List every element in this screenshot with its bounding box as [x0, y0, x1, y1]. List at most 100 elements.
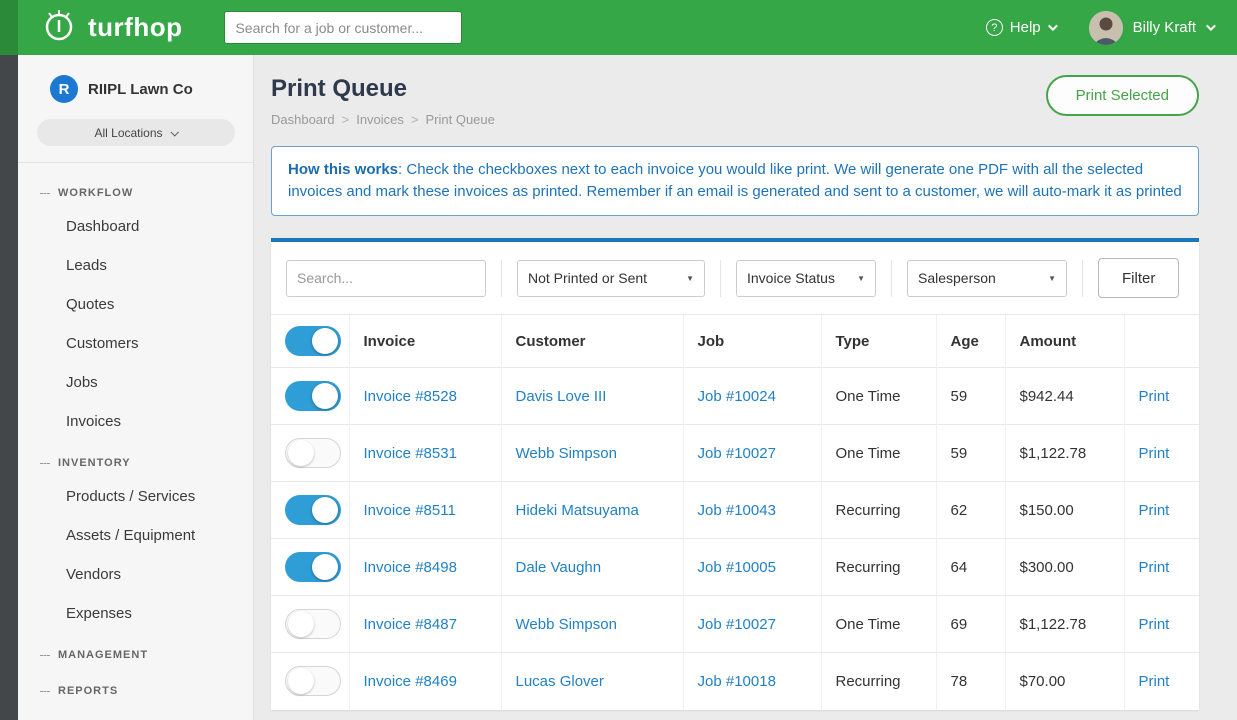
brand[interactable]: turfhop	[40, 6, 182, 49]
chevron-down-icon	[170, 128, 178, 136]
toggle-knob	[312, 497, 338, 523]
invoice-link-cell: Invoice #8511	[349, 482, 501, 539]
invoice-link[interactable]: Invoice #8528	[364, 388, 457, 405]
invoice-link[interactable]: Invoice #8498	[364, 559, 457, 576]
nav-section-inventory: INVENTORY	[18, 441, 253, 477]
invoice-link[interactable]: Invoice #8531	[364, 445, 457, 462]
print-link-cell: Print	[1124, 539, 1199, 596]
sidebar-item-products-services[interactable]: Products / Services	[18, 477, 253, 516]
invoice-type-cell: Recurring	[821, 653, 936, 710]
column-header-amount: Amount	[1005, 315, 1124, 368]
job-link[interactable]: Job #10027	[698, 445, 776, 462]
invoice-type: One Time	[836, 388, 901, 405]
locations-selector[interactable]: All Locations	[37, 119, 235, 146]
job-link[interactable]: Job #10043	[698, 502, 776, 519]
breadcrumb-separator-icon: >	[342, 112, 350, 127]
info-banner-title: How this works	[288, 161, 398, 178]
section-label: INVENTORY	[58, 457, 131, 469]
sidebar-item-invoices[interactable]: Invoices	[18, 402, 253, 441]
row-select-toggle[interactable]	[285, 438, 341, 468]
sidebar-item-leads[interactable]: Leads	[18, 246, 253, 285]
invoice-age: 78	[951, 673, 968, 690]
avatar	[1089, 11, 1123, 45]
column-header-age: Age	[936, 315, 1005, 368]
app-window: turfhop ? Help Billy Kraft R R	[0, 0, 1237, 720]
customer-link[interactable]: Dale Vaughn	[516, 559, 602, 576]
invoice-type-cell: One Time	[821, 596, 936, 653]
customer-link[interactable]: Davis Love III	[516, 388, 607, 405]
invoice-age: 64	[951, 559, 968, 576]
user-name: Billy Kraft	[1133, 19, 1196, 36]
company-name: RIIPL Lawn Co	[88, 81, 193, 98]
help-icon: ?	[986, 19, 1003, 36]
sidebar-item-jobs[interactable]: Jobs	[18, 363, 253, 402]
row-select-toggle[interactable]	[285, 495, 341, 525]
invoice-link-cell: Invoice #8487	[349, 596, 501, 653]
row-select-toggle[interactable]	[285, 609, 341, 639]
dropdown-invoice-status[interactable]: Invoice Status ▼	[736, 260, 876, 297]
sidebar-item-customers[interactable]: Customers	[18, 324, 253, 363]
print-link[interactable]: Print	[1139, 502, 1170, 519]
row-select-toggle[interactable]	[285, 381, 341, 411]
job-link[interactable]: Job #10005	[698, 559, 776, 576]
section-label: MANAGEMENT	[58, 649, 148, 661]
section-dash-icon	[40, 193, 50, 194]
customer-link[interactable]: Webb Simpson	[516, 445, 617, 462]
toggle-knob	[288, 440, 314, 466]
customer-link-cell: Davis Love III	[501, 368, 683, 425]
row-select-toggle[interactable]	[285, 666, 341, 696]
dropdown-caret-icon: ▼	[857, 274, 865, 283]
breadcrumb-item[interactable]: Print Queue	[426, 112, 495, 127]
dropdown-not-printed-or-sent[interactable]: Not Printed or Sent▼	[517, 260, 705, 297]
dropdown-caret-icon: ▼	[686, 274, 694, 283]
print-link[interactable]: Print	[1139, 673, 1170, 690]
invoice-age-cell: 62	[936, 482, 1005, 539]
breadcrumb-item[interactable]: Dashboard	[271, 112, 335, 127]
dropdown-salesperson[interactable]: Salesperson▼	[907, 260, 1067, 297]
print-link-cell: Print	[1124, 596, 1199, 653]
sidebar-item-dashboard[interactable]: Dashboard	[18, 207, 253, 246]
section-label: REPORTS	[58, 685, 118, 697]
customer-link[interactable]: Hideki Matsuyama	[516, 502, 639, 519]
print-link[interactable]: Print	[1139, 559, 1170, 576]
filter-search-input[interactable]	[286, 260, 486, 297]
invoice-amount: $70.00	[1020, 673, 1066, 690]
section-label: WORKFLOW	[58, 187, 133, 199]
select-all-toggle[interactable]	[285, 326, 341, 356]
invoice-age: 59	[951, 445, 968, 462]
row-select-toggle[interactable]	[285, 552, 341, 582]
customer-link-cell: Dale Vaughn	[501, 539, 683, 596]
breadcrumb-item[interactable]: Invoices	[356, 112, 404, 127]
job-link[interactable]: Job #10027	[698, 616, 776, 633]
print-link[interactable]: Print	[1139, 445, 1170, 462]
invoice-amount-cell: $942.44	[1005, 368, 1124, 425]
company-row[interactable]: R RIIPL Lawn Co	[36, 75, 235, 103]
help-menu[interactable]: ? Help	[986, 19, 1055, 36]
sidebar-item-expenses[interactable]: Expenses	[18, 594, 253, 633]
print-link[interactable]: Print	[1139, 388, 1170, 405]
customer-link-cell: Webb Simpson	[501, 596, 683, 653]
sidebar-item-quotes[interactable]: Quotes	[18, 285, 253, 324]
customer-link-cell: Webb Simpson	[501, 425, 683, 482]
invoice-link[interactable]: Invoice #8511	[364, 502, 456, 519]
filter-button[interactable]: Filter	[1098, 258, 1179, 298]
invoice-link[interactable]: Invoice #8487	[364, 616, 457, 633]
job-link[interactable]: Job #10018	[698, 673, 776, 690]
job-link[interactable]: Job #10024	[698, 388, 776, 405]
main-content: Print Queue Dashboard>Invoices>Print Que…	[254, 55, 1237, 720]
sidebar-item-assets-equipment[interactable]: Assets / Equipment	[18, 516, 253, 555]
customer-link[interactable]: Lucas Glover	[516, 673, 604, 690]
left-edge-strip	[0, 0, 18, 720]
invoice-amount-cell: $1,122.78	[1005, 425, 1124, 482]
invoice-amount-cell: $70.00	[1005, 653, 1124, 710]
global-search-input[interactable]	[224, 11, 462, 44]
sidebar-item-vendors[interactable]: Vendors	[18, 555, 253, 594]
customer-link[interactable]: Webb Simpson	[516, 616, 617, 633]
user-menu[interactable]: Billy Kraft	[1089, 11, 1213, 45]
dropdown-value: Invoice Status	[747, 270, 835, 286]
breadcrumb-separator-icon: >	[411, 112, 419, 127]
print-link[interactable]: Print	[1139, 616, 1170, 633]
print-selected-button[interactable]: Print Selected	[1046, 75, 1199, 116]
invoice-link[interactable]: Invoice #8469	[364, 673, 457, 690]
chevron-down-icon	[1206, 21, 1216, 31]
